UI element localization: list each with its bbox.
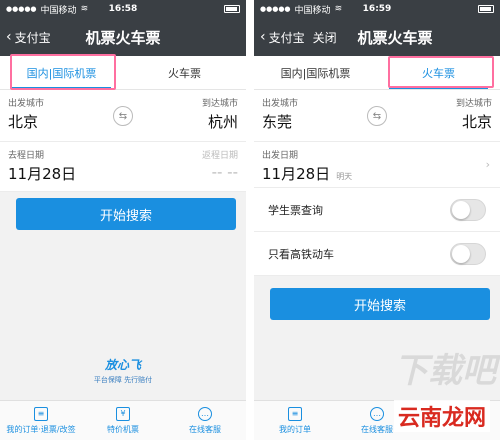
student-ticket-row: 学生票查询: [254, 188, 500, 232]
status-bar: ●●●●● 中国移动 ≋ 16:58: [0, 0, 246, 18]
high-speed-row: 只看高铁动车: [254, 232, 500, 276]
city-row: 出发城市 北京 ⇆ 到达城市 杭州: [0, 90, 246, 142]
back-label: 支付宝: [268, 30, 305, 45]
flight-screen: ●●●●● 中国移动 ≋ 16:58 ‹ 支付宝 机票火车票 国内|国际机票 火…: [0, 0, 246, 440]
special-flights-label: 特价机票: [107, 424, 139, 434]
chevron-left-icon: ‹: [6, 29, 12, 45]
swap-icon[interactable]: ⇆: [367, 106, 387, 126]
high-speed-toggle[interactable]: [450, 243, 486, 265]
depart-date-value: 11月28日 明天: [262, 163, 492, 184]
watermark-site: 云南龙网: [393, 400, 490, 432]
my-orders-label: 我的订单·退票/改签: [6, 424, 76, 434]
flight-form: 出发城市 北京 ⇆ 到达城市 杭州 去程日期 11月28日 返程日期 -- --: [0, 90, 246, 192]
to-label: 到达城市: [455, 99, 492, 109]
to-label: 到达城市: [201, 99, 238, 109]
customer-service-button[interactable]: … 在线客服: [164, 401, 246, 440]
to-city: 北京: [461, 113, 492, 131]
status-bar: ●●●●● 中国移动 ≋ 16:59: [254, 0, 500, 18]
depart-label: 出发日期: [262, 151, 299, 161]
my-orders-button[interactable]: ≡ 我的订单·退票/改签: [0, 401, 82, 440]
logo-slogan: 平台保障 先行赔付: [93, 376, 153, 384]
train-form: 出发城市 东莞 ⇆ 到达城市 北京 出发日期 11月28日 明天 › 学生票查询 …: [254, 90, 500, 276]
depart-date: 11月28日: [262, 165, 331, 183]
clipboard-icon: ≡: [288, 406, 302, 421]
customer-service-label: 在线客服: [189, 424, 221, 434]
chat-icon: …: [198, 406, 212, 421]
date-row[interactable]: 出发日期 11月28日 明天 ›: [254, 142, 500, 188]
search-button[interactable]: 开始搜索: [16, 198, 236, 230]
special-flights-button[interactable]: ¥ 特价机票: [82, 401, 164, 440]
city-row: 出发城市 东莞 ⇆ 到达城市 北京: [254, 90, 500, 142]
swap-icon[interactable]: ⇆: [113, 106, 133, 126]
close-button[interactable]: 关闭: [313, 29, 337, 46]
depart-day-hint: 明天: [336, 172, 353, 181]
highlight-box: [388, 56, 494, 88]
chat-icon: …: [370, 406, 384, 421]
return-date: -- --: [211, 163, 238, 181]
customer-service-label: 在线客服: [361, 424, 393, 434]
my-orders-label: 我的订单: [279, 424, 311, 434]
search-button[interactable]: 开始搜索: [270, 288, 490, 320]
battery-icon: [478, 5, 494, 13]
clipboard-icon: ≡: [34, 406, 48, 421]
back-button[interactable]: ‹ 支付宝: [0, 29, 51, 46]
watermark-logo: 下载吧: [394, 351, 496, 391]
chevron-left-icon: ‹: [260, 29, 266, 45]
ticket-icon: ¥: [116, 406, 130, 421]
student-ticket-toggle[interactable]: [450, 199, 486, 221]
nav-bar: ‹ 支付宝 机票火车票: [0, 18, 246, 56]
date-row: 去程日期 11月28日 返程日期 -- --: [0, 142, 246, 192]
tab-trains[interactable]: 火车票: [123, 56, 246, 89]
to-city: 杭州: [207, 113, 238, 131]
back-button[interactable]: ‹ 支付宝: [254, 29, 305, 46]
nav-bar: ‹ 支付宝 关闭 机票火车票: [254, 18, 500, 56]
logo-title: 放心飞: [104, 358, 141, 372]
return-date-field[interactable]: 返程日期 -- --: [202, 148, 238, 181]
return-label: 返程日期: [201, 151, 238, 161]
highlight-box: [10, 54, 116, 90]
to-city-field[interactable]: 到达城市 北京: [456, 96, 492, 132]
bottom-bar: ≡ 我的订单·退票/改签 ¥ 特价机票 … 在线客服: [0, 400, 246, 440]
status-time: 16:58: [108, 4, 138, 14]
assurance-logo: 放心飞 平台保障 先行赔付: [0, 356, 246, 385]
train-screen: ●●●●● 中国移动 ≋ 16:59 ‹ 支付宝 关闭 机票火车票 国内|国际机…: [254, 0, 500, 440]
chevron-right-icon: ›: [485, 158, 490, 171]
tab-flights[interactable]: 国内|国际机票: [254, 56, 377, 89]
high-speed-label: 只看高铁动车: [268, 247, 334, 261]
status-time: 16:59: [362, 4, 392, 14]
my-orders-button[interactable]: ≡ 我的订单: [254, 401, 336, 440]
battery-icon: [224, 5, 240, 13]
student-ticket-label: 学生票查询: [268, 203, 323, 217]
back-label: 支付宝: [14, 30, 51, 45]
to-city-field[interactable]: 到达城市 杭州: [202, 96, 238, 132]
